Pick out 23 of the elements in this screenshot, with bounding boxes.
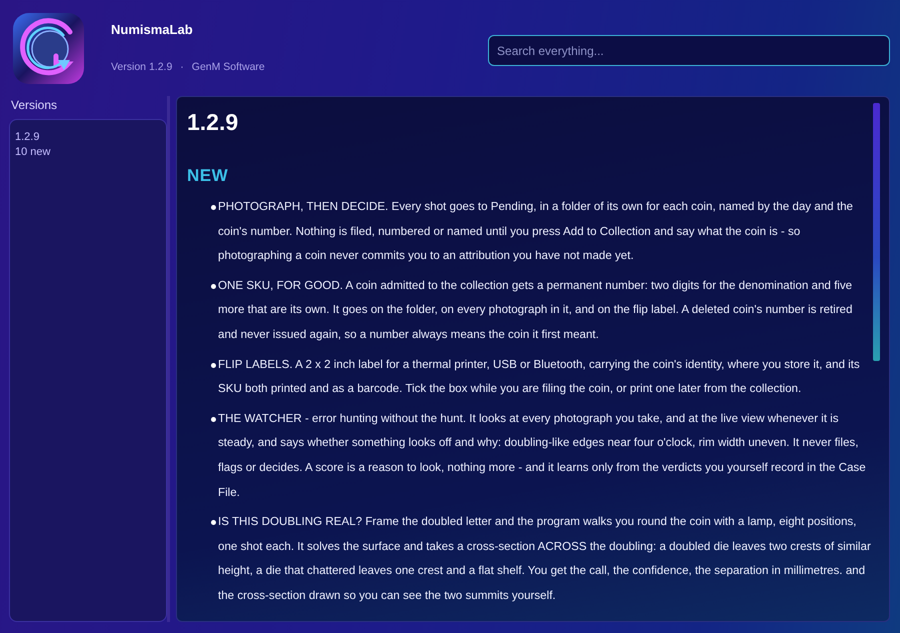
- release-note-text: THE WATCHER - error hunting without the hunt. It looks at every photograph you take, and at the live view whenever it is steady, and says whether something looks off and why: doubling-like edges near four o'clock, rim width uneven. It never files, flags or decides. A score is a reason to look, nothing more - and it learns only from the verdicts you yourself record in the Case File.: [218, 410, 867, 501]
- bullet-icon: [211, 205, 216, 210]
- release-note-text: PHOTOGRAPH, THEN DECIDE. Every shot goes to Pending, in a folder of its own for each coin, named by the day and the coin's number. Nothing is filed, numbered or named until you press Add to Collection and say what the coin is - so photographing a coin never commits you to an attribution you have not made yet.: [218, 199, 854, 264]
- sidebar-title: Versions: [11, 98, 58, 112]
- bullet-icon: [211, 416, 216, 422]
- release-note-text: FLIP LABELS. A 2 x 2 inch label for a thermal printer, USB or Bluetooth, carrying the coin's identity, where you store it, and its SKU both printed and as a barcode. Tick the box while you are filing the coin, or print one later from the collection.: [218, 356, 861, 398]
- separator-dot: ·: [180, 61, 184, 73]
- version-number: 1.2.9: [15, 130, 40, 145]
- version-list-item[interactable]: 1.2.9 10 new: [15, 130, 161, 160]
- version-label: Version 1.2.9: [111, 61, 172, 73]
- release-note-text: IS THIS DOUBLING REAL? Frame the doubled letter and the program walks you round the coin with a lamp, eight positions, one shot each. It solves the surface and takes a cross-section ACROSS the doubling: a doubled die leaves two crests of similar height, a die that chattered leaves one crest and a flat shelf. You get the call, the confidence, the separation in millimetres. and the cross-section drawn so you can see the two summits yourself.: [218, 514, 872, 604]
- scrollbar-thumb[interactable]: [873, 103, 880, 361]
- bullet-icon: [211, 284, 216, 289]
- bullet-icon: [211, 362, 216, 368]
- release-title: 1.2.9: [187, 108, 240, 137]
- new-count: 10 new: [15, 145, 52, 160]
- release-note-text: ONE SKU, FOR GOOD. A coin admitted to the collection gets a permanent number: two digits for the denomination and five more that are its own. It goes on the folder, on every photograph in it, and on the flip label. A deleted coin's number is retired and never issued again, so a number always means the coin it first meant.: [218, 278, 854, 343]
- app-logo-icon: [12, 12, 85, 85]
- search-field[interactable]: Search everything...: [488, 35, 890, 66]
- section-heading: NEW: [187, 165, 230, 187]
- publisher-label: GenM Software: [192, 61, 265, 73]
- bullet-icon: [211, 520, 216, 526]
- app-name: NumismaLab: [111, 22, 194, 37]
